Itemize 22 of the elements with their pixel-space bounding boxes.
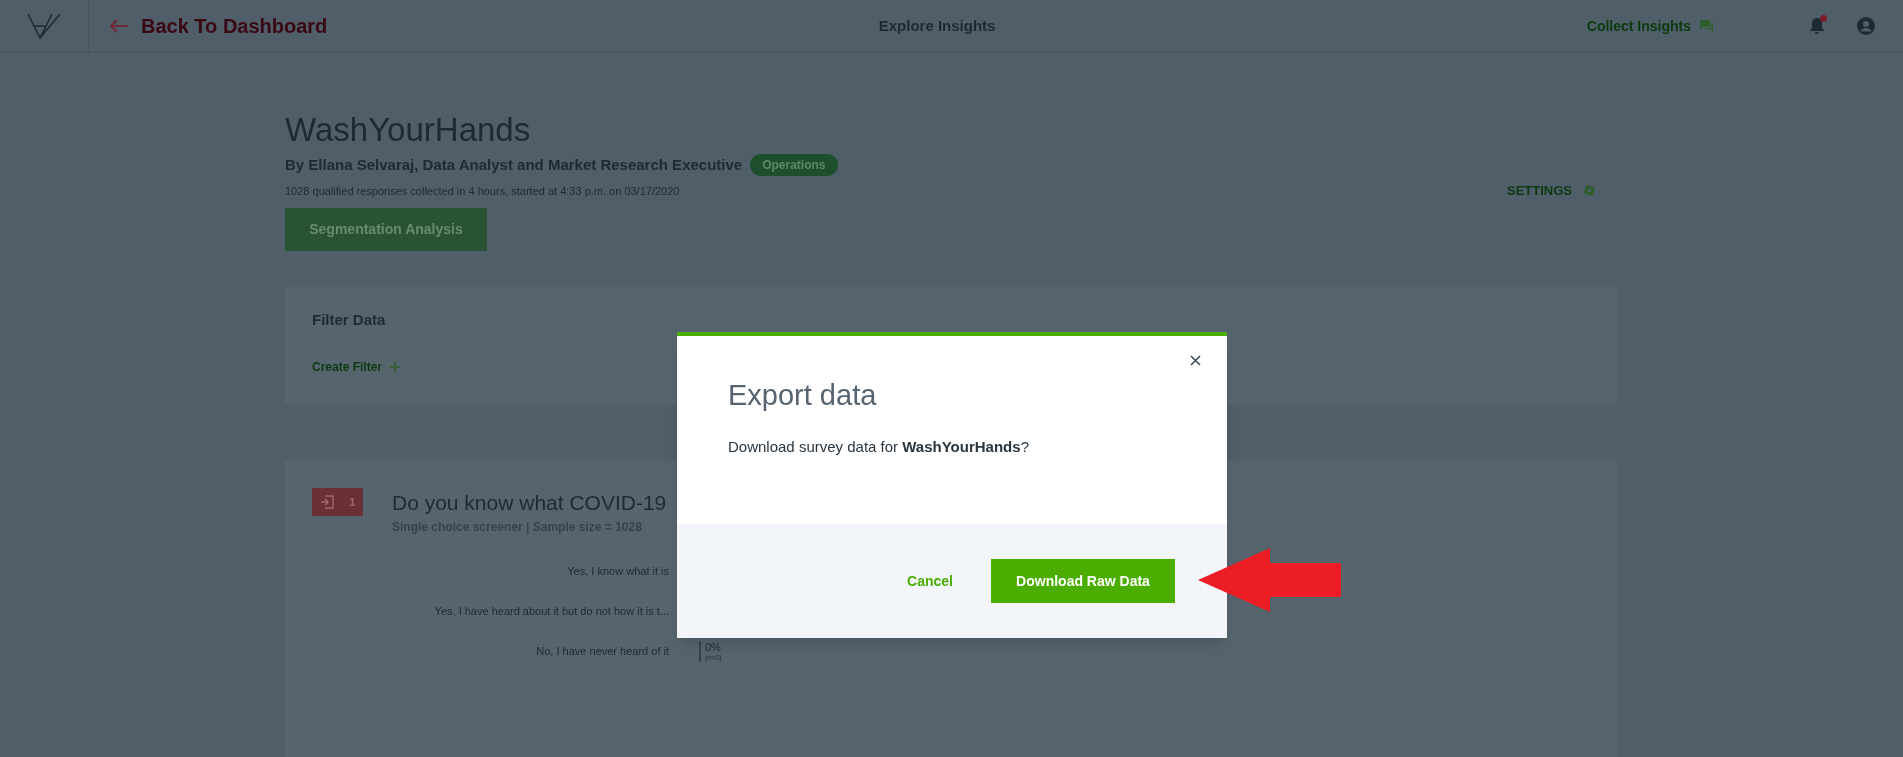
dialog-message: Download survey data for WashYourHands? <box>728 436 1030 457</box>
department-badge: Operations <box>750 154 838 177</box>
question-title: Do you know what COVID-19 <box>392 490 668 516</box>
back-arrow-icon <box>109 18 129 34</box>
download-button[interactable]: Download Raw Data <box>991 559 1175 603</box>
enter-icon <box>319 495 334 509</box>
user-icon[interactable] <box>1857 17 1875 35</box>
filter-panel-title: Filter Data <box>312 310 387 330</box>
bell-icon[interactable] <box>1809 17 1825 35</box>
dialog-title: Export data <box>728 378 878 413</box>
cancel-button[interactable]: Cancel <box>907 570 953 592</box>
chat-icon <box>1699 19 1714 33</box>
segmentation-button[interactable]: Segmentation Analysis <box>285 208 487 251</box>
collect-insights-link[interactable]: Collect Insights <box>1586 15 1714 37</box>
settings-link[interactable]: SETTINGS <box>1507 181 1595 201</box>
create-filter-link[interactable]: Create Filter <box>312 357 1590 376</box>
question-number-badge: 1 <box>312 488 363 516</box>
gear-icon <box>1584 185 1595 197</box>
back-link[interactable]: Back To Dashboard <box>109 11 328 41</box>
close-icon <box>1189 354 1201 366</box>
plus-icon <box>390 361 401 372</box>
logo-icon <box>26 12 62 40</box>
